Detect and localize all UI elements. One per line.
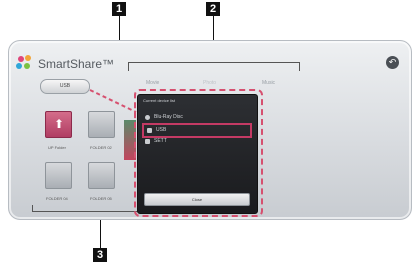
callout-highlight [134,89,263,217]
